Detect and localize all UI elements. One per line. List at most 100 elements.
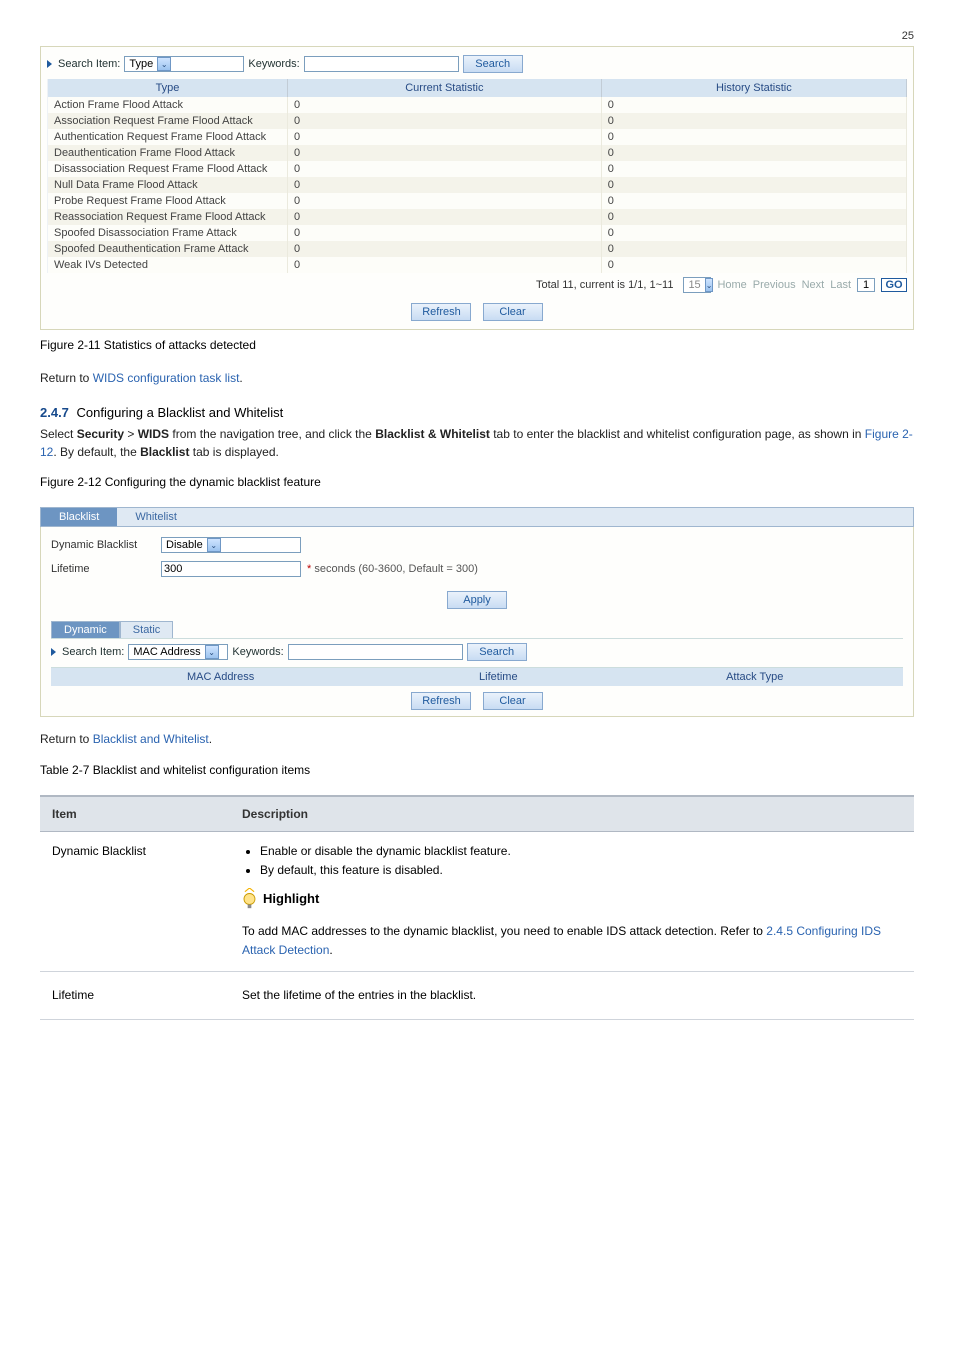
- cell-current: 0: [288, 161, 602, 177]
- lifetime-input[interactable]: [161, 561, 301, 577]
- cell-current: 0: [288, 241, 602, 257]
- clear-button[interactable]: Clear: [483, 303, 543, 321]
- table-row: Null Data Frame Flood Attack00: [48, 177, 907, 193]
- desc-r2-item: Lifetime: [40, 971, 230, 1019]
- cell-current: 0: [288, 177, 602, 193]
- bl-clear-button[interactable]: Clear: [483, 692, 543, 710]
- table-row: Probe Request Frame Flood Attack00: [48, 193, 907, 209]
- cell-type: Authentication Request Frame Flood Attac…: [48, 129, 288, 145]
- section-heading: 2.4.7 Configuring a Blacklist and Whitel…: [40, 405, 914, 420]
- refresh-button[interactable]: Refresh: [411, 303, 471, 321]
- apply-button[interactable]: Apply: [447, 591, 507, 609]
- bl-col-attacktype[interactable]: Attack Type: [606, 668, 903, 687]
- bl-refresh-button[interactable]: Refresh: [411, 692, 471, 710]
- cell-type: Null Data Frame Flood Attack: [48, 177, 288, 193]
- desc-table: Item Description Dynamic Blacklist Enabl…: [40, 795, 914, 1020]
- pager-next[interactable]: Next: [802, 279, 825, 291]
- pager-last[interactable]: Last: [830, 279, 851, 291]
- main-tabs: Blacklist Whitelist: [40, 507, 914, 527]
- chevron-down-icon: ⌄: [705, 278, 714, 292]
- bl-col-lifetime[interactable]: Lifetime: [390, 668, 606, 687]
- bl-keywords-label: Keywords:: [232, 646, 283, 658]
- figure-caption-2: Figure 2-12 Configuring the dynamic blac…: [40, 475, 914, 489]
- blacklist-panel: Blacklist Whitelist Dynamic Blacklist Di…: [40, 507, 914, 717]
- arrow-icon: [51, 648, 56, 656]
- table-row: Authentication Request Frame Flood Attac…: [48, 129, 907, 145]
- cell-history: 0: [601, 241, 906, 257]
- highlight-callout: Highlight: [242, 888, 319, 910]
- col-current[interactable]: Current Statistic: [288, 79, 602, 97]
- col-type[interactable]: Type: [48, 79, 288, 97]
- search-item-value: Type: [129, 58, 153, 70]
- pager: Total 11, current is 1/1, 1~11 15 ⌄ Home…: [47, 273, 907, 297]
- figure-caption-1: Figure 2-11 Statistics of attacks detect…: [40, 338, 914, 352]
- keywords-input[interactable]: [304, 56, 459, 72]
- desc-th-desc: Description: [230, 796, 914, 832]
- cell-history: 0: [601, 97, 906, 113]
- bl-search-item-value: MAC Address: [133, 646, 200, 658]
- dynamic-blacklist-value: Disable: [166, 539, 203, 551]
- desc-r1-item: Dynamic Blacklist: [40, 831, 230, 971]
- desc-r2-desc: Set the lifetime of the entries in the b…: [230, 971, 914, 1019]
- per-page-value: 15: [688, 279, 700, 291]
- pager-prev[interactable]: Previous: [753, 279, 796, 291]
- cell-current: 0: [288, 257, 602, 273]
- sub-tabs: Dynamic Static: [51, 621, 903, 638]
- table-row: Disassociation Request Frame Flood Attac…: [48, 161, 907, 177]
- dynamic-blacklist-select[interactable]: Disable ⌄: [161, 537, 301, 553]
- subtab-dynamic[interactable]: Dynamic: [51, 621, 120, 638]
- cell-history: 0: [601, 177, 906, 193]
- tab-whitelist[interactable]: Whitelist: [117, 508, 195, 526]
- pager-page-input[interactable]: [857, 278, 875, 292]
- bulb-icon: [242, 888, 257, 910]
- desc-bullet-1: Enable or disable the dynamic blacklist …: [260, 842, 902, 861]
- stats-table: Type Current Statistic History Statistic…: [47, 79, 907, 273]
- search-button[interactable]: Search: [463, 55, 523, 73]
- cell-history: 0: [601, 161, 906, 177]
- blacklist-table: MAC Address Lifetime Attack Type: [51, 667, 903, 686]
- go-button[interactable]: GO: [881, 278, 907, 292]
- search-item-select[interactable]: Type ⌄: [124, 56, 244, 72]
- bl-search-label: Search Item:: [62, 646, 124, 658]
- bl-search-button[interactable]: Search: [467, 643, 527, 661]
- return-link-text[interactable]: WIDS configuration task list: [93, 371, 240, 385]
- lifetime-hint: * seconds (60-3600, Default = 300): [307, 563, 478, 575]
- desc-bullet-2: By default, this feature is disabled.: [260, 861, 902, 880]
- bl-keywords-input[interactable]: [288, 644, 463, 660]
- cell-history: 0: [601, 145, 906, 161]
- bl-search-item-select[interactable]: MAC Address ⌄: [128, 644, 228, 660]
- table-row: Spoofed Disassociation Frame Attack00: [48, 225, 907, 241]
- page-number: 25: [40, 30, 914, 42]
- table-row: Weak IVs Detected00: [48, 257, 907, 273]
- cell-history: 0: [601, 129, 906, 145]
- per-page-select[interactable]: 15 ⌄: [683, 277, 711, 293]
- table-row: Association Request Frame Flood Attack00: [48, 113, 907, 129]
- table-row: Spoofed Deauthentication Frame Attack00: [48, 241, 907, 257]
- search-item-label: Search Item:: [58, 58, 120, 70]
- lifetime-label: Lifetime: [51, 563, 161, 575]
- cell-current: 0: [288, 209, 602, 225]
- bl-col-mac[interactable]: MAC Address: [51, 668, 390, 687]
- stats-searchbar: Search Item: Type ⌄ Keywords: Search: [47, 53, 907, 79]
- cell-current: 0: [288, 225, 602, 241]
- section-number: 2.4.7: [40, 405, 69, 420]
- subtab-static[interactable]: Static: [120, 621, 174, 638]
- cell-history: 0: [601, 209, 906, 225]
- stats-panel: Search Item: Type ⌄ Keywords: Search Typ…: [40, 46, 914, 330]
- tab-blacklist[interactable]: Blacklist: [41, 508, 117, 526]
- col-history[interactable]: History Statistic: [601, 79, 906, 97]
- desc-r1-desc: Enable or disable the dynamic blacklist …: [230, 831, 914, 971]
- cell-current: 0: [288, 113, 602, 129]
- cell-type: Probe Request Frame Flood Attack: [48, 193, 288, 209]
- cell-type: Spoofed Deauthentication Frame Attack: [48, 241, 288, 257]
- table-row: Reassociation Request Frame Flood Attack…: [48, 209, 907, 225]
- pager-home[interactable]: Home: [717, 279, 746, 291]
- cell-current: 0: [288, 193, 602, 209]
- arrow-icon: [47, 60, 52, 68]
- chevron-down-icon: ⌄: [157, 57, 171, 71]
- return-link-text-2[interactable]: Blacklist and Whitelist: [93, 732, 209, 746]
- return-link-2: Return to Blacklist and Whitelist.: [40, 731, 914, 748]
- table-caption: Table 2-7 Blacklist and whitelist config…: [40, 763, 914, 777]
- highlight-label: Highlight: [263, 889, 319, 910]
- cell-current: 0: [288, 129, 602, 145]
